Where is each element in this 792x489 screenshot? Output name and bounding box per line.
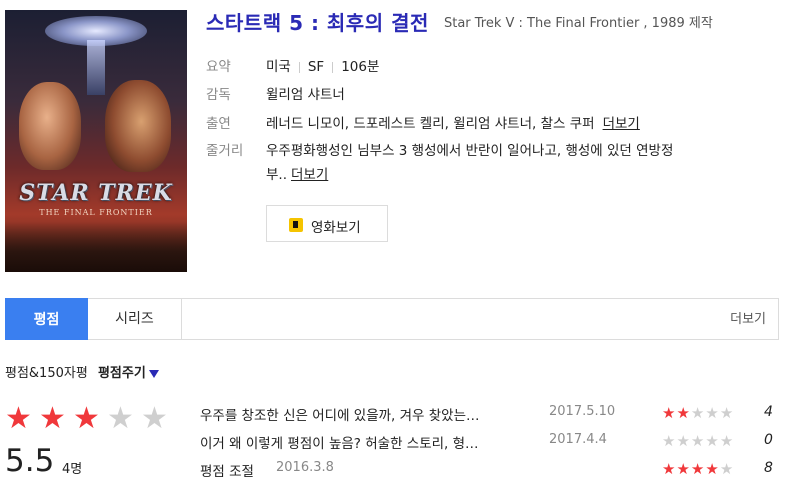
star-icon: ★ [690,432,706,450]
summary-value: 미국 SF 106분 [266,55,379,75]
average-rating-stars: ★ ★ ★ ★ ★ [5,404,175,434]
star-icon: ★ [141,401,168,436]
rating-count: 4명 [62,462,83,477]
star-icon: ★ [39,401,66,436]
review-row[interactable]: 우주를 창조한 신은 어디에 있을까, 겨우 찾았는… 2017.5.10 ★★★★… [200,404,792,428]
rating-header-label: 평점&150자평 [5,366,88,381]
review-text[interactable]: 우주를 창조한 신은 어디에 있을까, 겨우 찾았는… [200,404,480,424]
poster-logo: STAR TREK [19,180,173,206]
star-icon: ★ [719,460,735,478]
director-value[interactable]: 윌리엄 샤트너 [266,83,345,103]
cast-label: 출연 [206,116,231,132]
dropdown-triangle-icon[interactable] [148,369,159,378]
review-stars: ★★★★★ [662,404,734,422]
star-icon: ★ [662,460,677,478]
star-icon: ★ [662,404,677,422]
review-stars: ★★★★★ [662,432,734,450]
cast-value: 레너드 니모이, 드포레스트 켈리, 윌리엄 샤트너, 찰스 쿠퍼 더보기 [266,112,640,132]
average-score: 5.5 [5,443,55,479]
tab-series[interactable]: 시리즈 [88,298,182,340]
poster-figure-left [19,82,81,170]
movie-poster[interactable]: STAR TREK THE FINAL FRONTIER [5,10,187,272]
star-icon: ★ [676,460,691,478]
star-icon: ★ [676,404,691,422]
plot-line-1: 우주평화행성인 님부스 3 행성에서 반란이 일어나고, 행성에 있던 연방정 [266,143,674,159]
star-icon: ★ [705,432,720,450]
play-icon [289,218,303,232]
poster-subtitle: THE FINAL FRONTIER [39,208,153,217]
tab-bar: 평점 시리즈 더보기 [5,298,779,340]
title-row: 스타트랙 5 : 최후의 결전 Star Trek V : The Final … [206,7,792,36]
plot-line-2-text: 부.. [266,167,288,183]
star-icon: ★ [107,401,134,436]
review-date: 2017.4.4 [549,432,607,447]
star-icon: ★ [690,404,706,422]
review-rating-number: 0 [764,432,773,448]
poster-ground [5,222,187,272]
watch-movie-button[interactable]: 영화보기 [266,205,388,242]
tab-rating[interactable]: 평점 [5,298,88,340]
star-icon: ★ [5,401,32,436]
review-date: 2016.3.8 [276,460,334,475]
star-icon: ★ [705,404,720,422]
poster-beam [87,40,105,95]
poster-figure-right [105,80,171,172]
cast-names[interactable]: 레너드 니모이, 드포레스트 켈리, 윌리엄 샤트너, 찰스 쿠퍼 [266,116,595,132]
plot-line-2: 부.. 더보기 [266,163,328,183]
movie-title[interactable]: 스타트랙 5 : 최후의 결전 [206,11,429,35]
review-stars: ★★★★★ [662,460,734,478]
review-row[interactable]: 평점 조절 2016.3.8 ★★★★★ 8 [200,460,792,484]
review-rating-number: 8 [764,460,773,476]
genre: SF [307,59,325,75]
review-rating-number: 4 [764,404,773,420]
original-title: Star Trek V : The Final Frontier , 1989 … [443,16,713,31]
summary-label: 요약 [206,59,231,75]
divider [298,61,300,73]
director-label: 감독 [206,87,231,103]
review-row[interactable]: 이거 왜 이렇게 평점이 높음? 허술한 스토리, 형… 2017.4.4 ★★★★… [200,432,792,456]
star-icon: ★ [719,432,735,450]
star-icon: ★ [690,460,706,478]
review-text[interactable]: 이거 왜 이렇게 평점이 높음? 허술한 스토리, 형… [200,432,479,452]
give-rating-button[interactable]: 평점주기 [98,366,146,381]
plot-label: 줄거리 [206,143,244,159]
divider [332,61,334,73]
star-icon: ★ [705,460,720,478]
rating-header: 평점&150자평 평점주기 [5,362,159,381]
star-icon: ★ [676,432,691,450]
review-text[interactable]: 평점 조절 [200,460,254,480]
review-date: 2017.5.10 [549,404,616,419]
star-icon: ★ [719,404,735,422]
star-icon: ★ [73,401,100,436]
tab-more-link[interactable]: 더보기 [730,299,766,341]
cast-more-link[interactable]: 더보기 [603,116,640,132]
plot-more-link[interactable]: 더보기 [291,167,328,183]
star-icon: ★ [662,432,677,450]
runtime: 106분 [341,59,380,75]
country: 미국 [266,59,291,75]
watch-movie-label: 영화보기 [311,220,361,236]
